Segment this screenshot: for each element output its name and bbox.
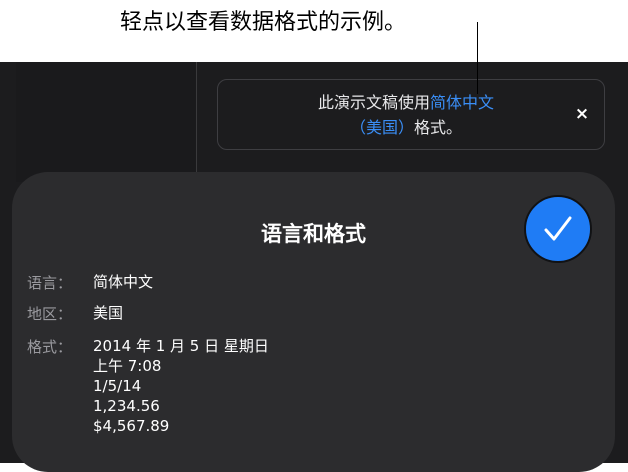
region-value: 美国	[93, 304, 124, 322]
confirm-button[interactable]	[524, 195, 592, 263]
callout-line	[477, 22, 478, 94]
format-example-currency: $4,567.89	[93, 417, 170, 435]
checkmark-icon	[544, 216, 572, 241]
banner-text-before: 此演示文稿使用	[317, 93, 430, 112]
language-value: 简体中文	[93, 273, 154, 291]
banner-message: 此演示文稿使用简体中文 （美国）格式。	[258, 90, 554, 140]
region-link[interactable]: （美国）	[350, 118, 414, 137]
language-link[interactable]: 简体中文	[430, 93, 494, 112]
callout-area: 轻点以查看数据格式的示例。	[0, 0, 628, 62]
language-label: 语言：	[27, 274, 73, 292]
format-example-time: 上午 7:08	[93, 357, 162, 375]
format-examples: 2014 年 1 月 5 日 星期日 上午 7:08 1/5/14 1,234.…	[93, 336, 269, 436]
format-label: 格式：	[27, 338, 73, 356]
region-label: 地区：	[27, 305, 73, 323]
format-banner: 此演示文稿使用简体中文 （美国）格式。 ×	[217, 79, 605, 150]
format-example-number: 1,234.56	[93, 397, 160, 415]
format-example-date: 2014 年 1 月 5 日 星期日	[93, 337, 269, 355]
language-format-sheet: 语言和格式 语言： 简体中文 地区： 美国 格式： 2014 年 1 月 5 日…	[12, 172, 615, 472]
format-example-short-date: 1/5/14	[93, 377, 142, 395]
sidebar-pane	[16, 62, 197, 182]
callout-text: 轻点以查看数据格式的示例。	[120, 10, 407, 35]
close-icon[interactable]: ×	[572, 104, 592, 124]
banner-text-after: 格式。	[414, 118, 463, 137]
